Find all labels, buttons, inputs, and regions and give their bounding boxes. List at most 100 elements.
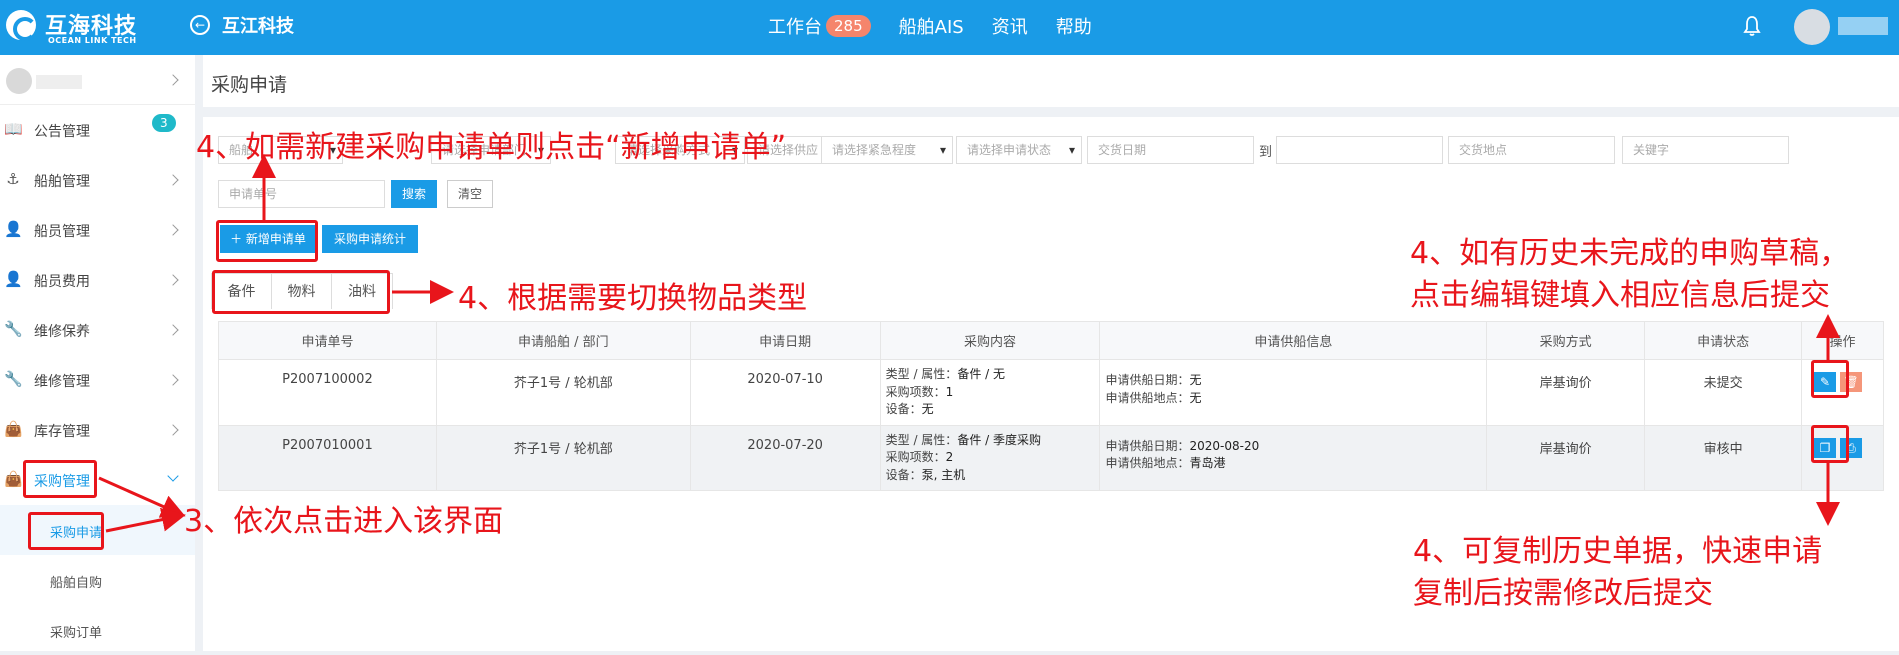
keyword-input[interactable]: 关键字 [1622, 136, 1789, 164]
cell-supply-info: 申请供船日期：无 申请供船地点：无 [1099, 359, 1488, 426]
sidebar-item-crew[interactable]: 👤 船员管理 [0, 205, 195, 255]
logo[interactable]: 互海科技 OCEAN LINK TECH [0, 6, 150, 50]
chevron-right-icon [167, 174, 179, 186]
col-header[interactable]: 采购内容 [879, 321, 1101, 360]
delivery-date-from-input[interactable]: 交货日期 [1087, 136, 1254, 164]
content-count-value: 1 [945, 384, 954, 399]
content-equip-value: 泵, 主机 [921, 467, 966, 482]
user-name[interactable] [1838, 17, 1888, 35]
bag-icon: 👜 [4, 470, 23, 488]
cell-status: 审核中 [1644, 424, 1803, 491]
content-type-value: 备件 / 季度采购 [957, 432, 1041, 447]
cell-supply-info: 申请供船日期：2020-08-20 申请供船地点：青岛港 [1099, 424, 1488, 491]
delivery-date-to-input[interactable] [1276, 136, 1443, 164]
col-header[interactable]: 申请单号 [218, 321, 437, 360]
annotation-navigation: 3、依次点击进入该界面 [184, 504, 504, 539]
annotation-copy-line1: 4、可复制历史单据，快速申请 [1413, 534, 1823, 569]
person-icon: 👤 [4, 220, 23, 238]
sidebar-username [36, 75, 82, 89]
sidebar-item-crew-costs[interactable]: 👤 船员费用 [0, 255, 195, 305]
highlight-tabs [212, 270, 390, 314]
request-stats-button[interactable]: 采购申请统计 [322, 225, 418, 253]
search-button[interactable]: 搜索 [391, 180, 437, 208]
urgency-select[interactable]: 请选择紧急程度 [821, 136, 953, 164]
supply-place-label: 申请供船地点： [1105, 390, 1190, 405]
sidebar-item-label: 公告管理 [34, 124, 90, 140]
col-header[interactable]: 申请日期 [689, 321, 881, 360]
cell-content: 类型 / 属性：备件 / 无 采购项数：1 设备：无 [879, 359, 1101, 426]
chevron-right-icon [167, 424, 179, 436]
sidebar-item-announcements[interactable]: 📖 公告管理 3 [0, 105, 195, 155]
cell-date: 2020-07-10 [689, 359, 881, 426]
person-icon: 👤 [4, 270, 23, 288]
col-header[interactable]: 申请供船信息 [1099, 321, 1488, 360]
cell-date: 2020-07-20 [689, 424, 881, 491]
sidebar-item-repair[interactable]: 🔧 维修管理 [0, 355, 195, 405]
sidebar-item-inventory[interactable]: 👜 库存管理 [0, 405, 195, 455]
highlight-copy-button [1811, 425, 1849, 463]
annotation-add-request: 4、如需新建采购申请单则点击“新增申请单” [196, 130, 787, 165]
sidebar-subitem-label: 船舶自购 [50, 576, 103, 591]
top-bar: 互海科技 OCEAN LINK TECH ← 互江科技 工作台 285 船舶AIS… [0, 0, 1899, 55]
sidebar-item-label: 维修保养 [34, 324, 90, 340]
page-title: 采购申请 [211, 74, 288, 96]
anchor-icon: ⚓ [6, 170, 20, 188]
table-row[interactable]: P2007100002 芥子1号 / 轮机部 2020-07-10 类型 / 属… [218, 359, 1884, 426]
col-header[interactable]: 采购方式 [1486, 321, 1646, 360]
content-count-label: 采购项数： [885, 384, 946, 399]
nav-help[interactable]: 帮助 [1056, 13, 1092, 39]
cell-status: 未提交 [1644, 359, 1803, 426]
annotation-edit-draft-line2: 点击编辑键填入相应信息后提交 [1410, 278, 1830, 313]
bell-icon[interactable] [1743, 15, 1761, 37]
supply-date-value: 2020-08-20 [1189, 438, 1260, 453]
chevron-right-icon [167, 374, 179, 386]
sidebar-avatar [6, 68, 32, 94]
chevron-right-icon [167, 274, 179, 286]
sidebar-item-maintenance[interactable]: 🔧 维修保养 [0, 305, 195, 355]
delivery-place-input[interactable]: 交货地点 [1448, 136, 1615, 164]
apply-number-input[interactable]: 申请单号 [218, 180, 385, 208]
supply-place-value: 无 [1189, 390, 1202, 405]
back-icon[interactable]: ← [190, 15, 210, 35]
wrench-icon: 🔧 [4, 320, 23, 338]
nav-workbench[interactable]: 工作台 285 [768, 13, 871, 39]
logo-icon [6, 10, 37, 41]
col-header[interactable]: 申请船舶 / 部门 [435, 321, 691, 360]
sidebar-subitem-purchase-orders[interactable]: 采购订单 [0, 605, 195, 655]
workbench-badge: 285 [826, 15, 871, 37]
content-equip-value: 无 [921, 402, 934, 416]
content-type-label: 类型 / 属性： [885, 432, 958, 447]
nav-ship-ais[interactable]: 船舶AIS [899, 13, 964, 39]
sidebar-item-ships[interactable]: ⚓ 船舶管理 [0, 155, 195, 205]
chevron-right-icon [167, 224, 179, 236]
status-select[interactable]: 请选择申请状态 [956, 136, 1082, 164]
supply-place-label: 申请供船地点： [1105, 456, 1190, 470]
cell-ship-dept: 芥子1号 / 轮机部 [435, 424, 691, 491]
chevron-right-icon [167, 74, 179, 86]
cell-ship-dept: 芥子1号 / 轮机部 [435, 359, 691, 426]
annotation-edit-draft-line1: 4、如有历史未完成的申购草稿， [1410, 236, 1850, 271]
announcement-badge: 3 [152, 114, 176, 132]
date-range-separator: 到 [1259, 145, 1273, 160]
cell-apply-no: P2007010001 [218, 424, 437, 491]
chevron-down-icon [167, 470, 179, 482]
sidebar-user[interactable] [0, 55, 195, 105]
nav-news[interactable]: 资讯 [992, 13, 1028, 39]
table-header-row: 申请单号 申请船舶 / 部门 申请日期 采购内容 申请供船信息 采购方式 申请状… [218, 321, 1884, 360]
highlight-purchase-request-menu [28, 512, 104, 550]
user-avatar[interactable] [1794, 9, 1830, 45]
col-header[interactable]: 申请状态 [1644, 321, 1803, 360]
book-icon: 📖 [4, 120, 23, 138]
supply-date-label: 申请供船日期： [1105, 438, 1190, 453]
content-count-label: 采购项数： [885, 450, 946, 464]
content-equip-label: 设备： [885, 467, 922, 482]
table-row[interactable]: P2007010001 芥子1号 / 轮机部 2020-07-20 类型 / 属… [218, 424, 1884, 491]
cell-method: 岸基询价 [1486, 359, 1646, 426]
sidebar: 📖 公告管理 3 ⚓ 船舶管理 👤 船员管理 👤 船员费用 🔧 维修保养 🔧 维… [0, 55, 195, 651]
sidebar-subitem-label: 采购订单 [50, 626, 103, 641]
clear-button[interactable]: 清空 [447, 180, 493, 208]
company-name: 互江科技 [222, 16, 294, 37]
cell-content: 类型 / 属性：备件 / 季度采购 采购项数：2 设备：泵, 主机 [879, 424, 1101, 491]
content-equip-label: 设备： [885, 402, 922, 416]
sidebar-subitem-ship-self-purchase[interactable]: 船舶自购 [0, 555, 195, 605]
